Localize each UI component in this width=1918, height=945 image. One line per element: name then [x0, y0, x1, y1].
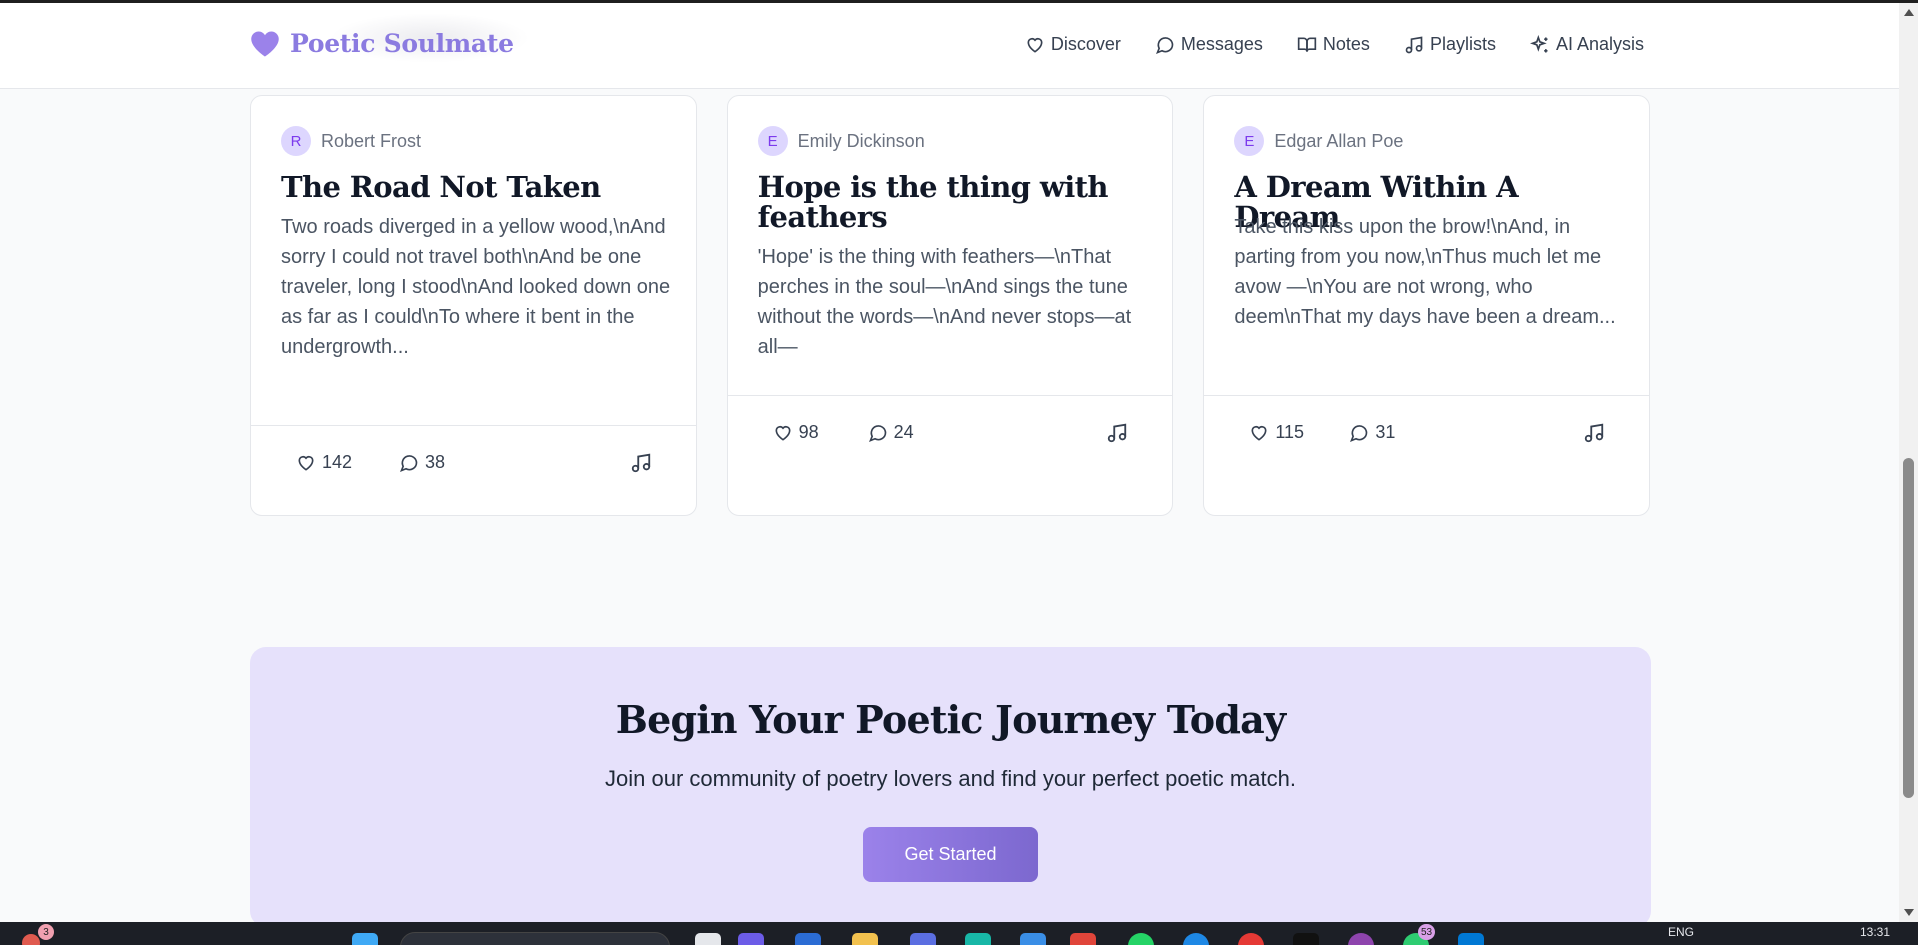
poem-title: The Road Not Taken — [281, 170, 601, 204]
sparkles-icon — [1529, 34, 1548, 52]
app-icon[interactable] — [1293, 933, 1319, 945]
comment-button[interactable]: 38 — [399, 452, 445, 473]
poem-excerpt: 'Hope' is the thing with feathers—\nThat… — [757, 246, 1132, 358]
page-scrollbar[interactable] — [1899, 3, 1918, 922]
clock-time[interactable]: 13:31 — [1860, 925, 1890, 939]
nav-discover[interactable]: Discover — [1025, 34, 1121, 55]
like-button[interactable]: 115 — [1249, 422, 1304, 443]
app-badge: 53 — [1418, 924, 1436, 940]
poem-title: Hope is the thing with feathers — [757, 170, 1109, 234]
chrome-icon[interactable] — [1070, 933, 1096, 945]
heart-icon — [298, 455, 314, 471]
app-icon[interactable] — [1183, 933, 1209, 945]
heart-icon — [1027, 37, 1043, 53]
get-started-button[interactable]: Get Started — [863, 827, 1038, 882]
comment-button[interactable]: 31 — [1349, 422, 1395, 443]
heart-icon — [251, 31, 279, 56]
like-count: 142 — [322, 452, 353, 472]
message-circle-icon — [868, 424, 887, 442]
teams-icon[interactable] — [738, 933, 764, 945]
app-icon[interactable] — [1348, 933, 1374, 945]
cta-section: Begin Your Poetic Journey Today Join our… — [250, 647, 1651, 922]
app-icon[interactable] — [910, 933, 936, 945]
message-circle-icon — [1350, 424, 1368, 442]
like-button[interactable]: 98 — [773, 422, 819, 443]
card-author[interactable]: E Edgar Allan Poe — [1234, 126, 1403, 156]
like-count: 98 — [798, 422, 819, 442]
comment-count: 24 — [893, 422, 914, 442]
nav-playlists[interactable]: Playlists — [1404, 34, 1496, 55]
notification-icon[interactable] — [22, 934, 40, 945]
cta-title: Begin Your Poetic Journey Today — [615, 697, 1286, 742]
comment-count: 38 — [425, 452, 446, 472]
card-footer: 115 31 — [1204, 395, 1650, 485]
music-icon[interactable] — [630, 452, 652, 474]
task-view-icon[interactable] — [695, 933, 721, 945]
edge-icon[interactable] — [795, 933, 821, 945]
brand-name: Poetic Soulmate — [290, 29, 514, 58]
author-name: Robert Frost — [321, 130, 422, 151]
nav-notes-label: Notes — [1322, 34, 1370, 54]
app-icon[interactable] — [965, 933, 991, 945]
heart-icon — [775, 425, 791, 441]
message-circle-icon — [1155, 36, 1174, 54]
windows-start-icon[interactable] — [352, 933, 378, 945]
window-top-border — [0, 0, 1918, 3]
music-icon — [1405, 36, 1423, 53]
music-icon[interactable] — [1106, 422, 1128, 444]
poem-excerpt: Two roads diverged in a yellow wood,\nAn… — [281, 216, 671, 358]
app-icon[interactable] — [1238, 933, 1264, 945]
like-button[interactable]: 142 — [296, 452, 352, 473]
scroll-down-icon[interactable] — [1904, 909, 1914, 916]
taskbar-search[interactable] — [400, 932, 670, 945]
card-author[interactable]: R Robert Frost — [281, 126, 421, 156]
music-icon[interactable] — [1583, 422, 1605, 444]
poem-card-list: R Robert Frost The Road Not Taken Two ro… — [250, 95, 1651, 516]
store-icon[interactable] — [1020, 933, 1046, 945]
nav-playlists-label: Playlists — [1429, 34, 1496, 54]
avatar: E — [1234, 126, 1265, 156]
author-name: Edgar Allan Poe — [1274, 130, 1404, 151]
file-explorer-icon[interactable] — [852, 933, 878, 945]
brand-logo[interactable]: Poetic Soulmate — [250, 29, 514, 58]
heart-icon — [1251, 425, 1267, 441]
author-name: Emily Dickinson — [797, 130, 925, 151]
poem-excerpt: Take this kiss upon the brow!\nAnd, in p… — [1234, 216, 1616, 328]
cta-subtitle: Join our community of poetry lovers and … — [605, 766, 1296, 791]
nav-messages-label: Messages — [1180, 34, 1263, 54]
poem-card[interactable]: E Edgar Allan Poe A Dream Within A Dream… — [1203, 95, 1651, 516]
site-header: Poetic Soulmate Discover Messages Notes … — [0, 3, 1899, 89]
comment-button[interactable]: 24 — [868, 422, 914, 443]
nav-ai-analysis[interactable]: AI Analysis — [1529, 34, 1644, 55]
comment-count: 31 — [1375, 422, 1396, 442]
vscode-icon[interactable] — [1458, 933, 1484, 945]
poem-card[interactable]: R Robert Frost The Road Not Taken Two ro… — [250, 95, 697, 516]
language-indicator[interactable]: ENG — [1668, 925, 1694, 939]
card-author[interactable]: E Emily Dickinson — [757, 126, 925, 156]
whatsapp-icon[interactable] — [1128, 933, 1154, 945]
like-count: 115 — [1275, 422, 1305, 442]
os-taskbar: 3 53 ENG 13:31 — [0, 922, 1918, 945]
nav-discover-label: Discover — [1050, 34, 1121, 54]
card-footer: 142 38 — [251, 425, 696, 515]
scroll-up-icon[interactable] — [1904, 9, 1914, 16]
nav-ai-analysis-label: AI Analysis — [1555, 34, 1644, 54]
nav-messages[interactable]: Messages — [1155, 34, 1263, 55]
nav-notes[interactable]: Notes — [1297, 34, 1370, 55]
avatar: E — [757, 126, 788, 156]
avatar: R — [281, 126, 311, 156]
scrollbar-thumb[interactable] — [1903, 458, 1914, 798]
message-circle-icon — [400, 454, 418, 472]
notification-badge: 3 — [38, 924, 54, 940]
book-open-icon — [1297, 37, 1317, 52]
card-footer: 98 24 — [727, 395, 1173, 485]
poem-card[interactable]: E Emily Dickinson Hope is the thing with… — [726, 95, 1174, 516]
main-nav: Discover Messages Notes Playlists AI Ana… — [1025, 34, 1644, 55]
browser-viewport: Poetic Soulmate Discover Messages Notes … — [0, 0, 1899, 922]
